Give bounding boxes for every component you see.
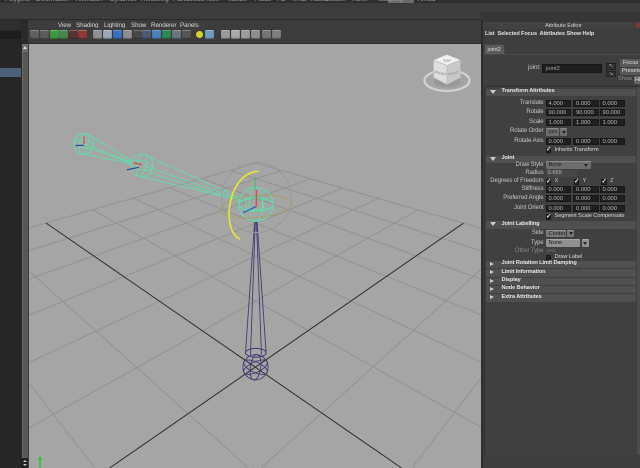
svg-text:TOP: TOP xyxy=(443,58,451,63)
